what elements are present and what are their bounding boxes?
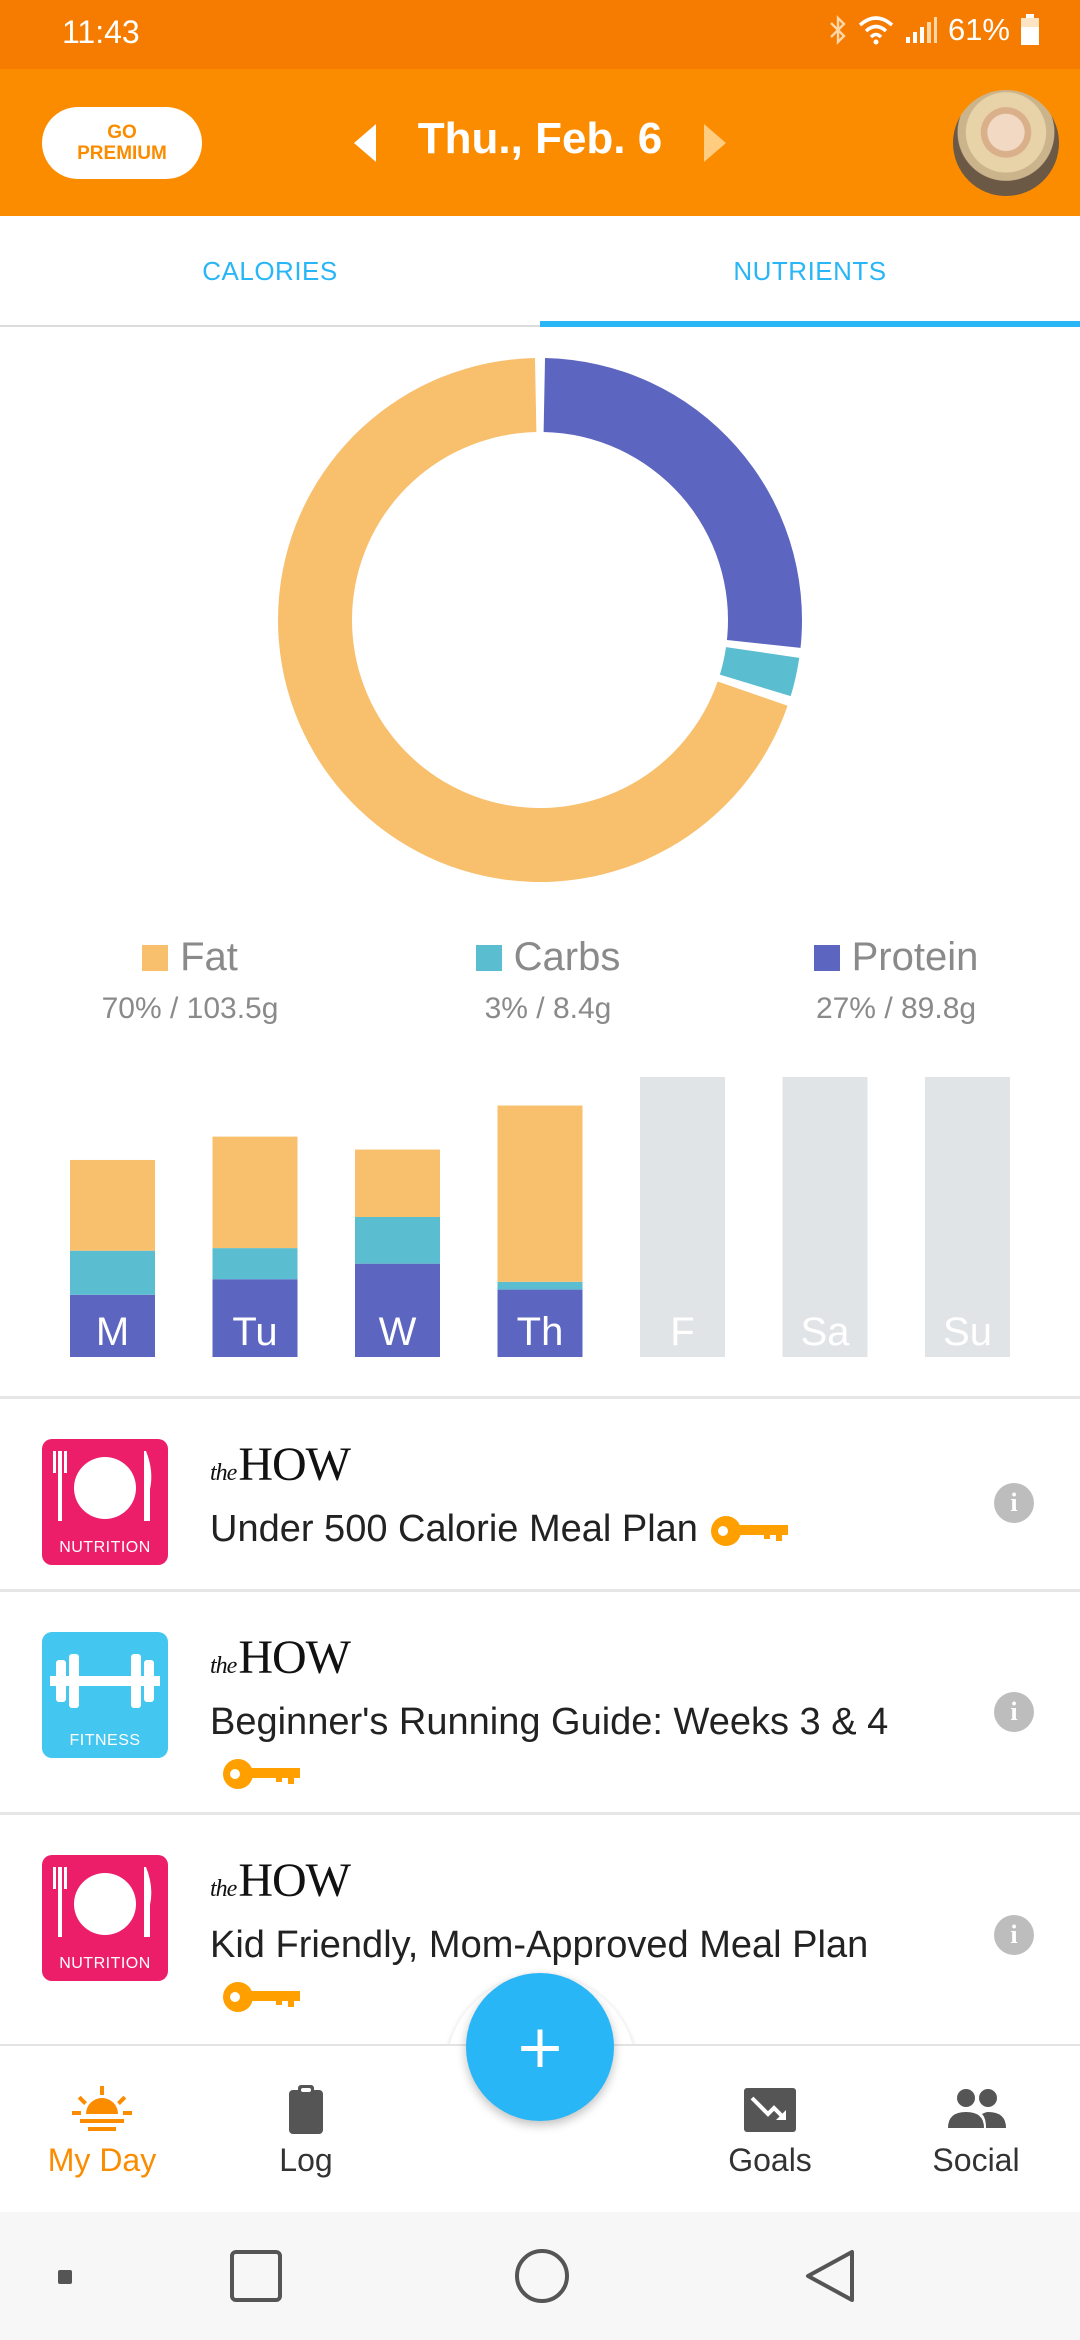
day-label-tu: Tu (232, 1310, 277, 1354)
nav-log[interactable]: Log (206, 2046, 406, 2214)
plate-fork-knife-icon (53, 1451, 152, 1521)
sunrise-icon (72, 2086, 132, 2131)
thumbnail-caption: FITNESS (69, 1732, 141, 1749)
weekly-macro-chart: M Tu W Th F Sa Su (0, 1070, 1080, 1360)
legend-carbs-name: Carbs (513, 935, 621, 979)
premium-key-icon (223, 1981, 300, 2012)
macro-legend: Fat 70% / 103.5g Carbs 3% / 8.4g Protein… (0, 935, 1080, 1045)
day-label-f: F (670, 1310, 694, 1354)
bar-segment-fat-th (497, 1105, 583, 1282)
add-entry-button[interactable]: + (466, 1973, 614, 2121)
legend-protein: Protein 27% / 89.8g (746, 935, 1046, 1026)
status-time: 11:43 (62, 14, 140, 50)
status-icons: 61% (828, 12, 1040, 48)
trend-down-icon (744, 2088, 796, 2132)
nav-label: Goals (728, 2142, 812, 2178)
carbs-swatch (475, 944, 502, 971)
day-label-w: W (379, 1310, 417, 1354)
battery-icon (1021, 14, 1039, 45)
people-icon (948, 2089, 1006, 2128)
status-bar: 11:43 61% (0, 0, 1080, 69)
macro-donut-chart (277, 358, 802, 882)
wifi-icon (858, 16, 894, 45)
avatar[interactable] (953, 90, 1059, 196)
battery-percent: 61% (947, 12, 1010, 47)
legend-fat-value: 70% / 103.5g (101, 992, 279, 1025)
donut-slice-protein (543, 358, 802, 648)
previous-day-arrow-icon[interactable] (350, 122, 380, 164)
app-header: GO PREMIUM Thu., Feb. 6 (0, 69, 1080, 216)
brand-logo: theHOW (210, 1631, 351, 1684)
brand-logo: theHOW (210, 1854, 351, 1907)
nav-goals[interactable]: Goals (670, 2046, 870, 2214)
premium-line-2: PREMIUM (77, 143, 167, 164)
thumbnail-caption: NUTRITION (59, 1955, 151, 1972)
legend-fat-name: Fat (180, 935, 238, 979)
nav-label: Social (932, 2142, 1020, 2178)
legend-fat: Fat 70% / 103.5g (40, 935, 340, 1026)
premium-key-icon (710, 1515, 788, 1546)
thumbnail-caption: NUTRITION (59, 1539, 151, 1556)
nav-social[interactable]: Social (876, 2046, 1076, 2214)
fitness-thumbnail: FITNESS (42, 1632, 168, 1758)
feed-title: Beginner's Running Guide: Weeks 3 & 4 (210, 1697, 920, 1797)
brand-logo: theHOW (210, 1438, 351, 1491)
bar-segment-carbs-tu (212, 1248, 298, 1280)
dumbbell-icon (50, 1654, 160, 1708)
premium-key-icon (223, 1758, 300, 1789)
legend-carbs: Carbs 3% / 8.4g (398, 935, 698, 1026)
current-date[interactable]: Thu., Feb. 6 (400, 114, 680, 164)
clipboard-icon (289, 2085, 323, 2134)
day-label-su: Su (943, 1310, 992, 1354)
nav-label: Log (279, 2142, 333, 2178)
nutrition-thumbnail: NUTRITION (42, 1439, 168, 1565)
bluetooth-icon (830, 15, 846, 45)
recents-dot-icon[interactable] (58, 2270, 72, 2284)
day-label-m: M (96, 1310, 129, 1354)
bar-segment-carbs-w (355, 1217, 440, 1264)
feed-card-meal-plan[interactable]: NUTRITION theHOW Under 500 Calorie Meal … (0, 1399, 1080, 1589)
feed-title: Under 500 Calorie Meal Plan (210, 1504, 920, 1554)
info-icon[interactable]: i (994, 1915, 1034, 1955)
nav-my-day[interactable]: My Day (2, 2046, 202, 2214)
system-nav-bar (0, 2212, 1080, 2340)
day-label-th: Th (517, 1310, 564, 1354)
legend-carbs-value: 3% / 8.4g (484, 992, 612, 1025)
day-label-sa: Sa (801, 1310, 851, 1354)
bar-segment-fat-tu (212, 1136, 298, 1249)
overview-icon[interactable] (230, 2250, 282, 2302)
feed-card-running-guide[interactable]: FITNESS theHOW Beginner's Running Guide:… (0, 1592, 1080, 1812)
nutrition-thumbnail: NUTRITION (42, 1855, 168, 1981)
bar-segment-fat-m (70, 1159, 155, 1251)
next-day-arrow-icon[interactable] (700, 122, 730, 164)
legend-protein-value: 27% / 89.8g (815, 992, 977, 1025)
legend-protein-name: Protein (851, 935, 979, 979)
info-icon[interactable]: i (994, 1483, 1034, 1523)
protein-swatch (813, 944, 840, 971)
tab-calories[interactable]: CALORIES (0, 216, 540, 327)
go-premium-button[interactable]: GO PREMIUM (42, 107, 202, 179)
back-icon[interactable] (806, 2250, 854, 2302)
view-tabs: CALORIES NUTRIENTS (0, 216, 1080, 327)
signal-icon (905, 17, 937, 43)
bar-segment-fat-w (355, 1149, 440, 1217)
bar-segment-carbs-th (497, 1281, 583, 1290)
tab-nutrients[interactable]: NUTRIENTS (540, 216, 1080, 327)
nav-label: My Day (47, 2142, 157, 2178)
fat-swatch (142, 944, 169, 971)
home-icon[interactable] (515, 2249, 569, 2303)
info-icon[interactable]: i (994, 1692, 1034, 1732)
bar-segment-carbs-m (70, 1250, 155, 1295)
active-tab-indicator (540, 321, 1080, 327)
plate-fork-knife-icon (53, 1867, 152, 1937)
premium-line-1: GO (107, 122, 137, 143)
